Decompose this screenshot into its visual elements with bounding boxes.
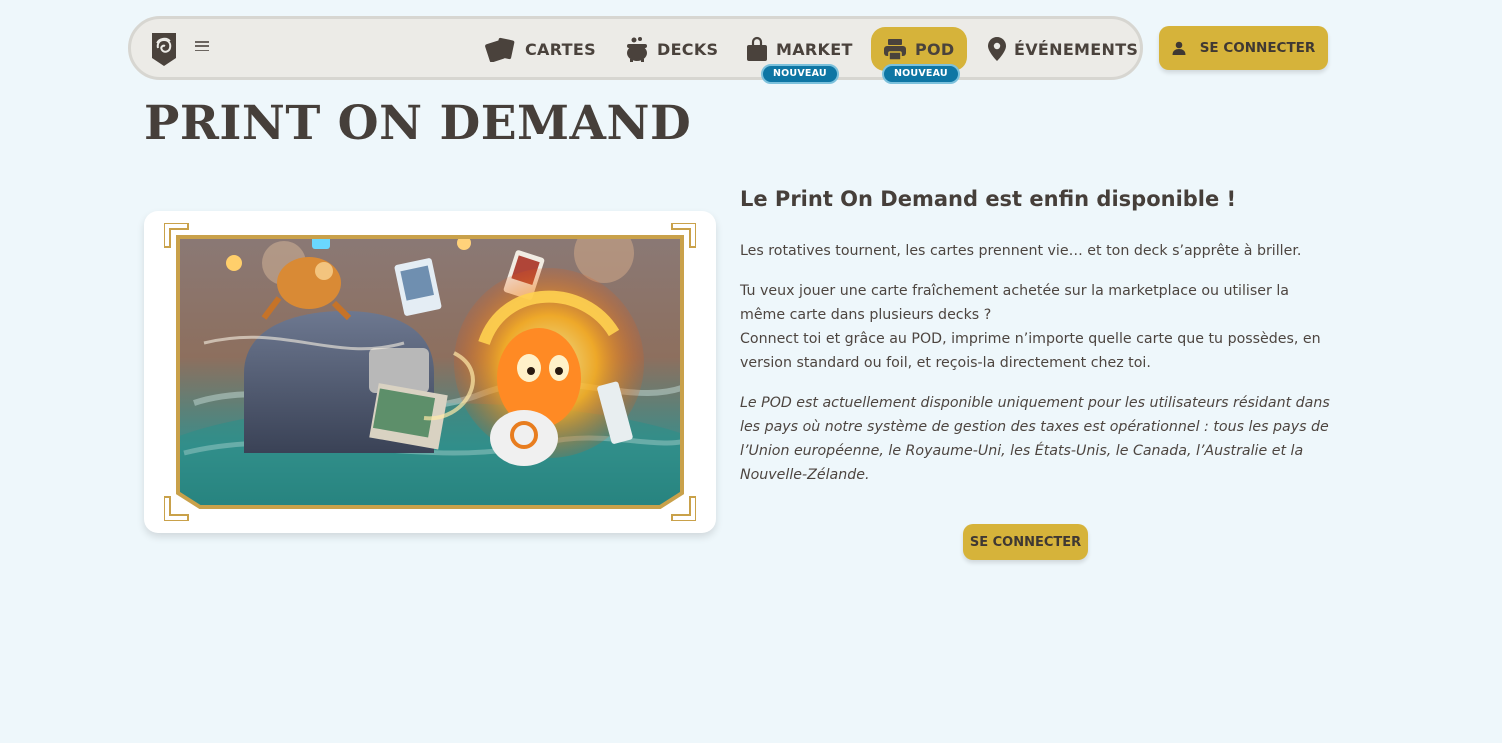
- spiral-shield-logo[interactable]: [149, 30, 179, 68]
- user-icon: [1172, 41, 1186, 55]
- nav-item-decks[interactable]: DECKS: [613, 27, 730, 71]
- description-line-2: Connect toi et grâce au POD, imprime n’i…: [740, 331, 1321, 371]
- shopping-bag-icon: [747, 36, 767, 61]
- login-button-header-label: SE CONNECTER: [1199, 40, 1316, 56]
- login-button-content[interactable]: SE CONNECTER: [963, 524, 1088, 560]
- nav-label-evenements: ÉVÉNEMENTS: [1014, 39, 1139, 59]
- map-pin-icon: [988, 37, 1006, 61]
- intro-paragraph: Les rotatives tournent, les cartes prenn…: [740, 243, 1302, 259]
- login-button-content-label: SE CONNECTER: [969, 534, 1082, 550]
- description-line-1: Tu veux jouer une carte fraîchement ache…: [740, 283, 1289, 323]
- nav-label-market: MARKET: [776, 39, 853, 59]
- nav-label-cartes: CARTES: [525, 39, 596, 59]
- pod-new-badge: NOUVEAU: [882, 64, 960, 84]
- description-paragraph: Tu veux jouer une carte fraîchement ache…: [740, 279, 1330, 375]
- page-title: PRINT ON DEMAND: [144, 96, 692, 151]
- cauldron-icon: [627, 37, 647, 62]
- nav-item-cartes[interactable]: CARTES: [473, 27, 608, 71]
- cards-icon: [485, 37, 515, 62]
- printer-icon: [884, 39, 906, 61]
- availability-notice: Le POD est actuellement disponible uniqu…: [740, 395, 1330, 483]
- section-headline: Le Print On Demand est enfin disponible …: [740, 187, 1237, 211]
- hero-image-card: [144, 211, 716, 533]
- hamburger-icon[interactable]: [195, 39, 209, 53]
- login-button-header[interactable]: SE CONNECTER: [1159, 26, 1328, 70]
- market-new-badge: NOUVEAU: [761, 64, 839, 84]
- nav-item-evenements[interactable]: ÉVÉNEMENTS: [976, 27, 1150, 71]
- print-on-demand-illustration: [164, 223, 696, 521]
- main-navbar: CARTES DECKS MARKET POD ÉVÉNEMENTS NOUVE…: [128, 16, 1143, 84]
- nav-label-pod: POD: [915, 39, 955, 59]
- nav-label-decks: DECKS: [657, 39, 719, 59]
